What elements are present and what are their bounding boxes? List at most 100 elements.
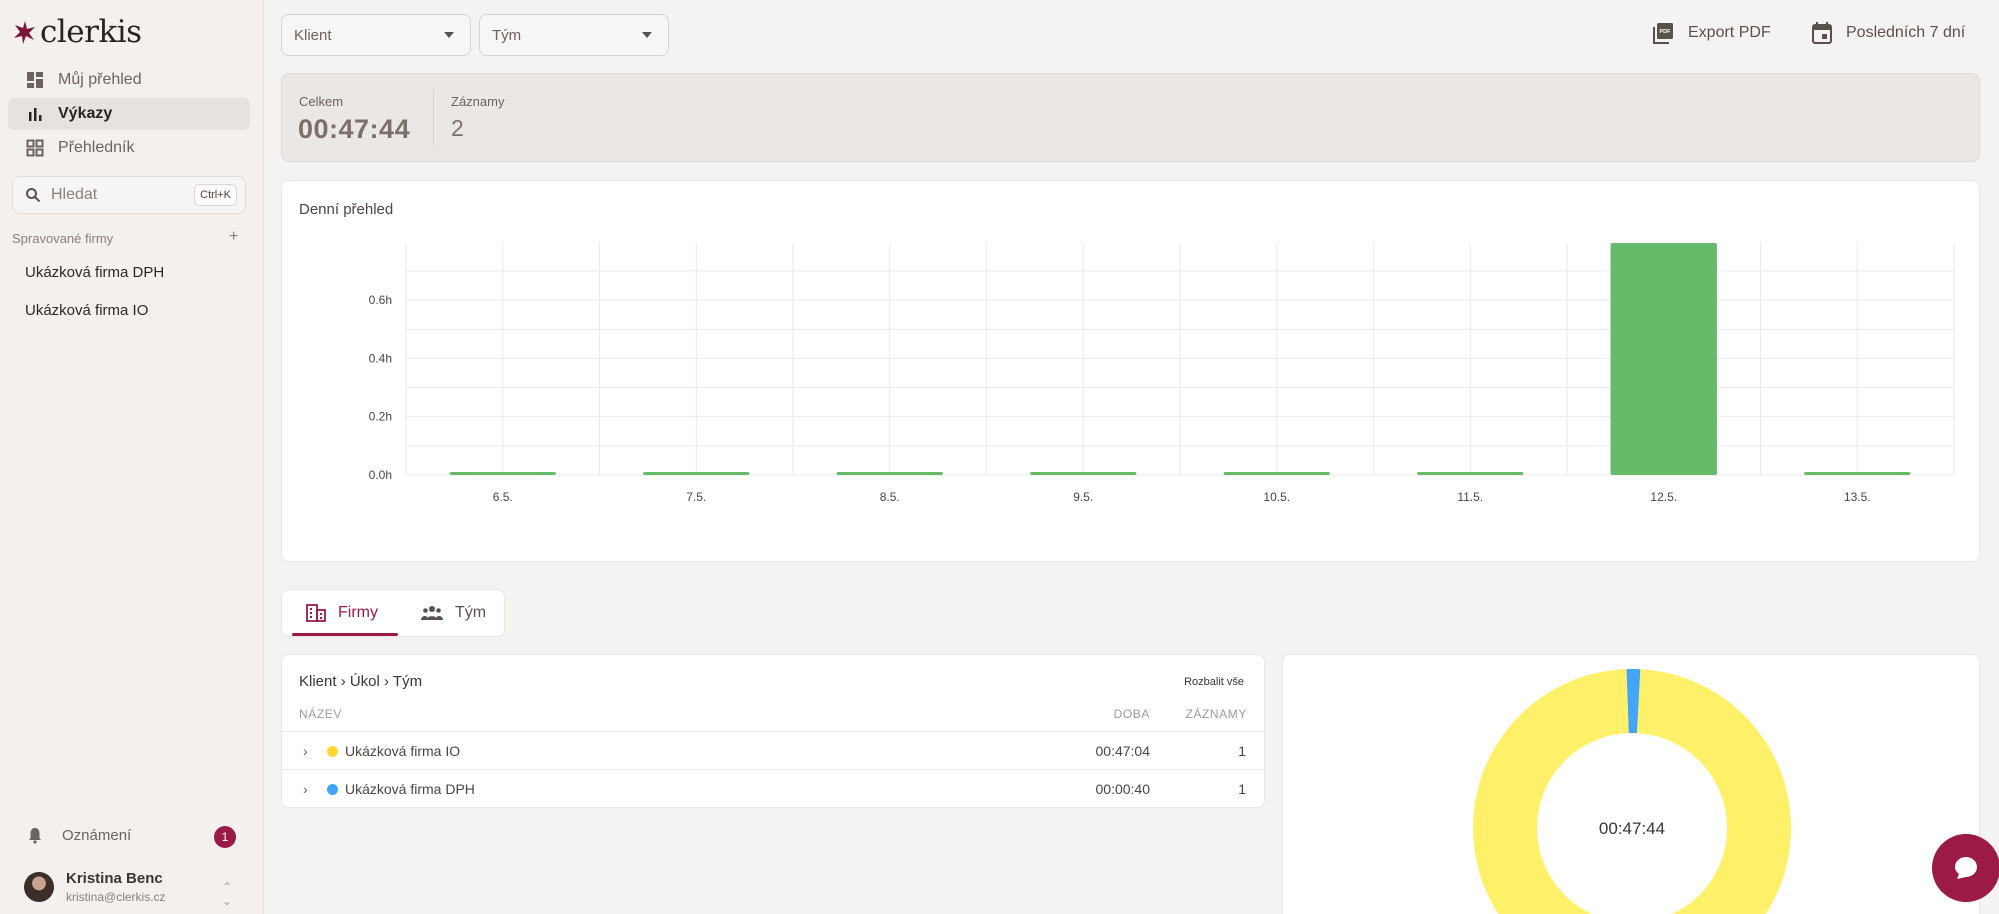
team-select-value: Tým [492,26,522,44]
chart-bar[interactable] [836,472,943,475]
client-select-value: Klient [294,26,332,44]
sidebar: clerkis Můj přehled Výkazy Přehledník Hl… [0,0,264,914]
firms-table-card: Klient › Úkol › Tým Rozbalit vše NÁZEV D… [281,654,1265,808]
chart-bar[interactable] [449,472,556,475]
calendar-icon [1812,22,1832,44]
nav-reports[interactable]: Výkazy [8,98,250,130]
breadcrumb: Klient › Úkol › Tým [299,673,423,690]
column-header-duration: DOBA [1113,707,1150,721]
divider [433,90,434,146]
chevron-right-icon[interactable]: › [303,781,308,797]
search-input[interactable]: Hledat Ctrl+K [12,176,246,214]
expand-all-button[interactable]: Rozbalit vše [1184,676,1244,688]
managed-firms-title: Spravované firmy [12,231,114,246]
x-tick-label: 10.5. [1263,490,1290,504]
chevron-down-icon [642,32,652,38]
expand-collapse-icon[interactable]: ⌃ ⌄ [222,880,232,908]
export-pdf-label: Export PDF [1688,24,1771,41]
firm-link[interactable]: Ukázková firma IO [25,302,148,319]
grid-icon [26,139,44,157]
tab-label: Firmy [338,604,378,621]
x-tick-label: 13.5. [1844,490,1871,504]
total-label: Celkem [299,94,344,109]
x-tick-label: 7.5. [686,490,706,504]
x-tick-label: 12.5. [1650,490,1677,504]
add-firm-button[interactable]: + [229,228,238,246]
nav-label: Přehledník [58,139,135,156]
daily-chart-card: Denní přehled 0.0h 0.2h 0.4h 0.6h 6.5. 7.5. 8.… [281,180,1980,562]
search-placeholder: Hledat [51,186,98,203]
y-tick-label: 0.4h [369,351,392,365]
building-icon [306,604,326,622]
nav-overview-grid[interactable]: Přehledník [8,132,250,164]
chart-bar[interactable] [1030,472,1137,475]
nav-label: Můj přehled [58,71,142,88]
logo-flower-icon [14,21,35,44]
row-name: Ukázková firma IO [345,743,461,759]
view-tabs: Firmy Tým [281,589,505,637]
table-row[interactable]: › Ukázková firma IO 00:47:04 1 [282,731,1264,769]
chart-bar[interactable] [1223,472,1330,475]
chart-bar[interactable] [643,472,750,475]
user-name: Kristina Benc [66,870,163,887]
x-tick-label: 6.5. [493,490,513,504]
bar-chart-icon [26,105,44,123]
team-select[interactable]: Tým [479,14,669,56]
chat-button[interactable] [1932,834,1999,902]
nav-label: Výkazy [58,105,113,122]
column-header-name: NÁZEV [299,707,343,721]
app-name: clerkis [40,14,142,50]
x-tick-label: 9.5. [1073,490,1093,504]
x-tick-label: 8.5. [880,490,900,504]
row-records: 1 [1238,743,1246,759]
row-duration: 00:00:40 [1095,781,1151,797]
chart-bar[interactable] [1804,472,1911,475]
donut-center-label: 00:47:44 [1599,819,1665,838]
row-duration: 00:47:04 [1095,743,1151,759]
donut-card: 00:47:44 [1282,654,1980,914]
tab-firms[interactable]: Firmy [292,590,398,636]
bell-icon [29,828,41,844]
date-range-label: Posledních 7 dní [1846,24,1966,41]
chevron-down-icon [444,32,454,38]
chart-bar[interactable] [1610,243,1717,475]
people-icon [421,606,443,620]
row-records: 1 [1238,781,1246,797]
user-menu[interactable]: Kristina Benc kristina@clerkis.cz [24,870,166,904]
y-tick-label: 0.6h [369,293,392,307]
firm-link[interactable]: Ukázková firma DPH [25,264,164,281]
daily-bar-chart: 0.0h 0.2h 0.4h 0.6h 6.5. 7.5. 8.5. 9.5. 10.5. 11.… [369,243,1955,504]
search-shortcut: Ctrl+K [194,184,237,206]
date-range-button[interactable]: Posledních 7 dní [1812,22,1965,44]
records-label: Záznamy [451,94,505,109]
dashboard-icon [26,71,44,89]
client-select[interactable]: Klient [281,14,471,56]
tab-label: Tým [455,604,487,621]
summary-panel: Celkem 00:47:44 Záznamy 2 [281,73,1980,162]
nav-my-overview[interactable]: Můj přehled [8,64,250,96]
chart-bar[interactable] [1417,472,1524,475]
total-value: 00:47:44 [298,114,411,144]
chevron-right-icon[interactable]: › [303,743,308,759]
x-tick-label: 11.5. [1457,490,1483,504]
records-value: 2 [451,115,464,141]
svg-text:PDF: PDF [1660,29,1672,35]
table-row[interactable]: › Ukázková firma DPH 00:00:40 1 [282,769,1264,807]
app-logo[interactable]: clerkis [12,12,142,52]
column-header-records: ZÁZNAMY [1185,707,1247,721]
pdf-icon: PDF [1653,23,1673,44]
chat-bubble-icon [1955,857,1977,879]
export-pdf-button[interactable]: PDF Export PDF [1652,22,1771,44]
row-name: Ukázková firma DPH [345,781,475,797]
user-email: kristina@clerkis.cz [66,890,166,904]
tab-team[interactable]: Tým [421,590,486,636]
y-tick-label: 0.0h [369,468,392,482]
search-icon [26,188,41,203]
y-tick-label: 0.2h [369,410,392,424]
color-dot [327,746,338,757]
avatar [24,872,54,902]
notification-count-badge: 1 [214,826,236,848]
color-dot [327,784,338,795]
donut-chart: 00:47:44 [1473,669,1791,914]
notifications[interactable]: Oznámení 1 [26,826,236,848]
